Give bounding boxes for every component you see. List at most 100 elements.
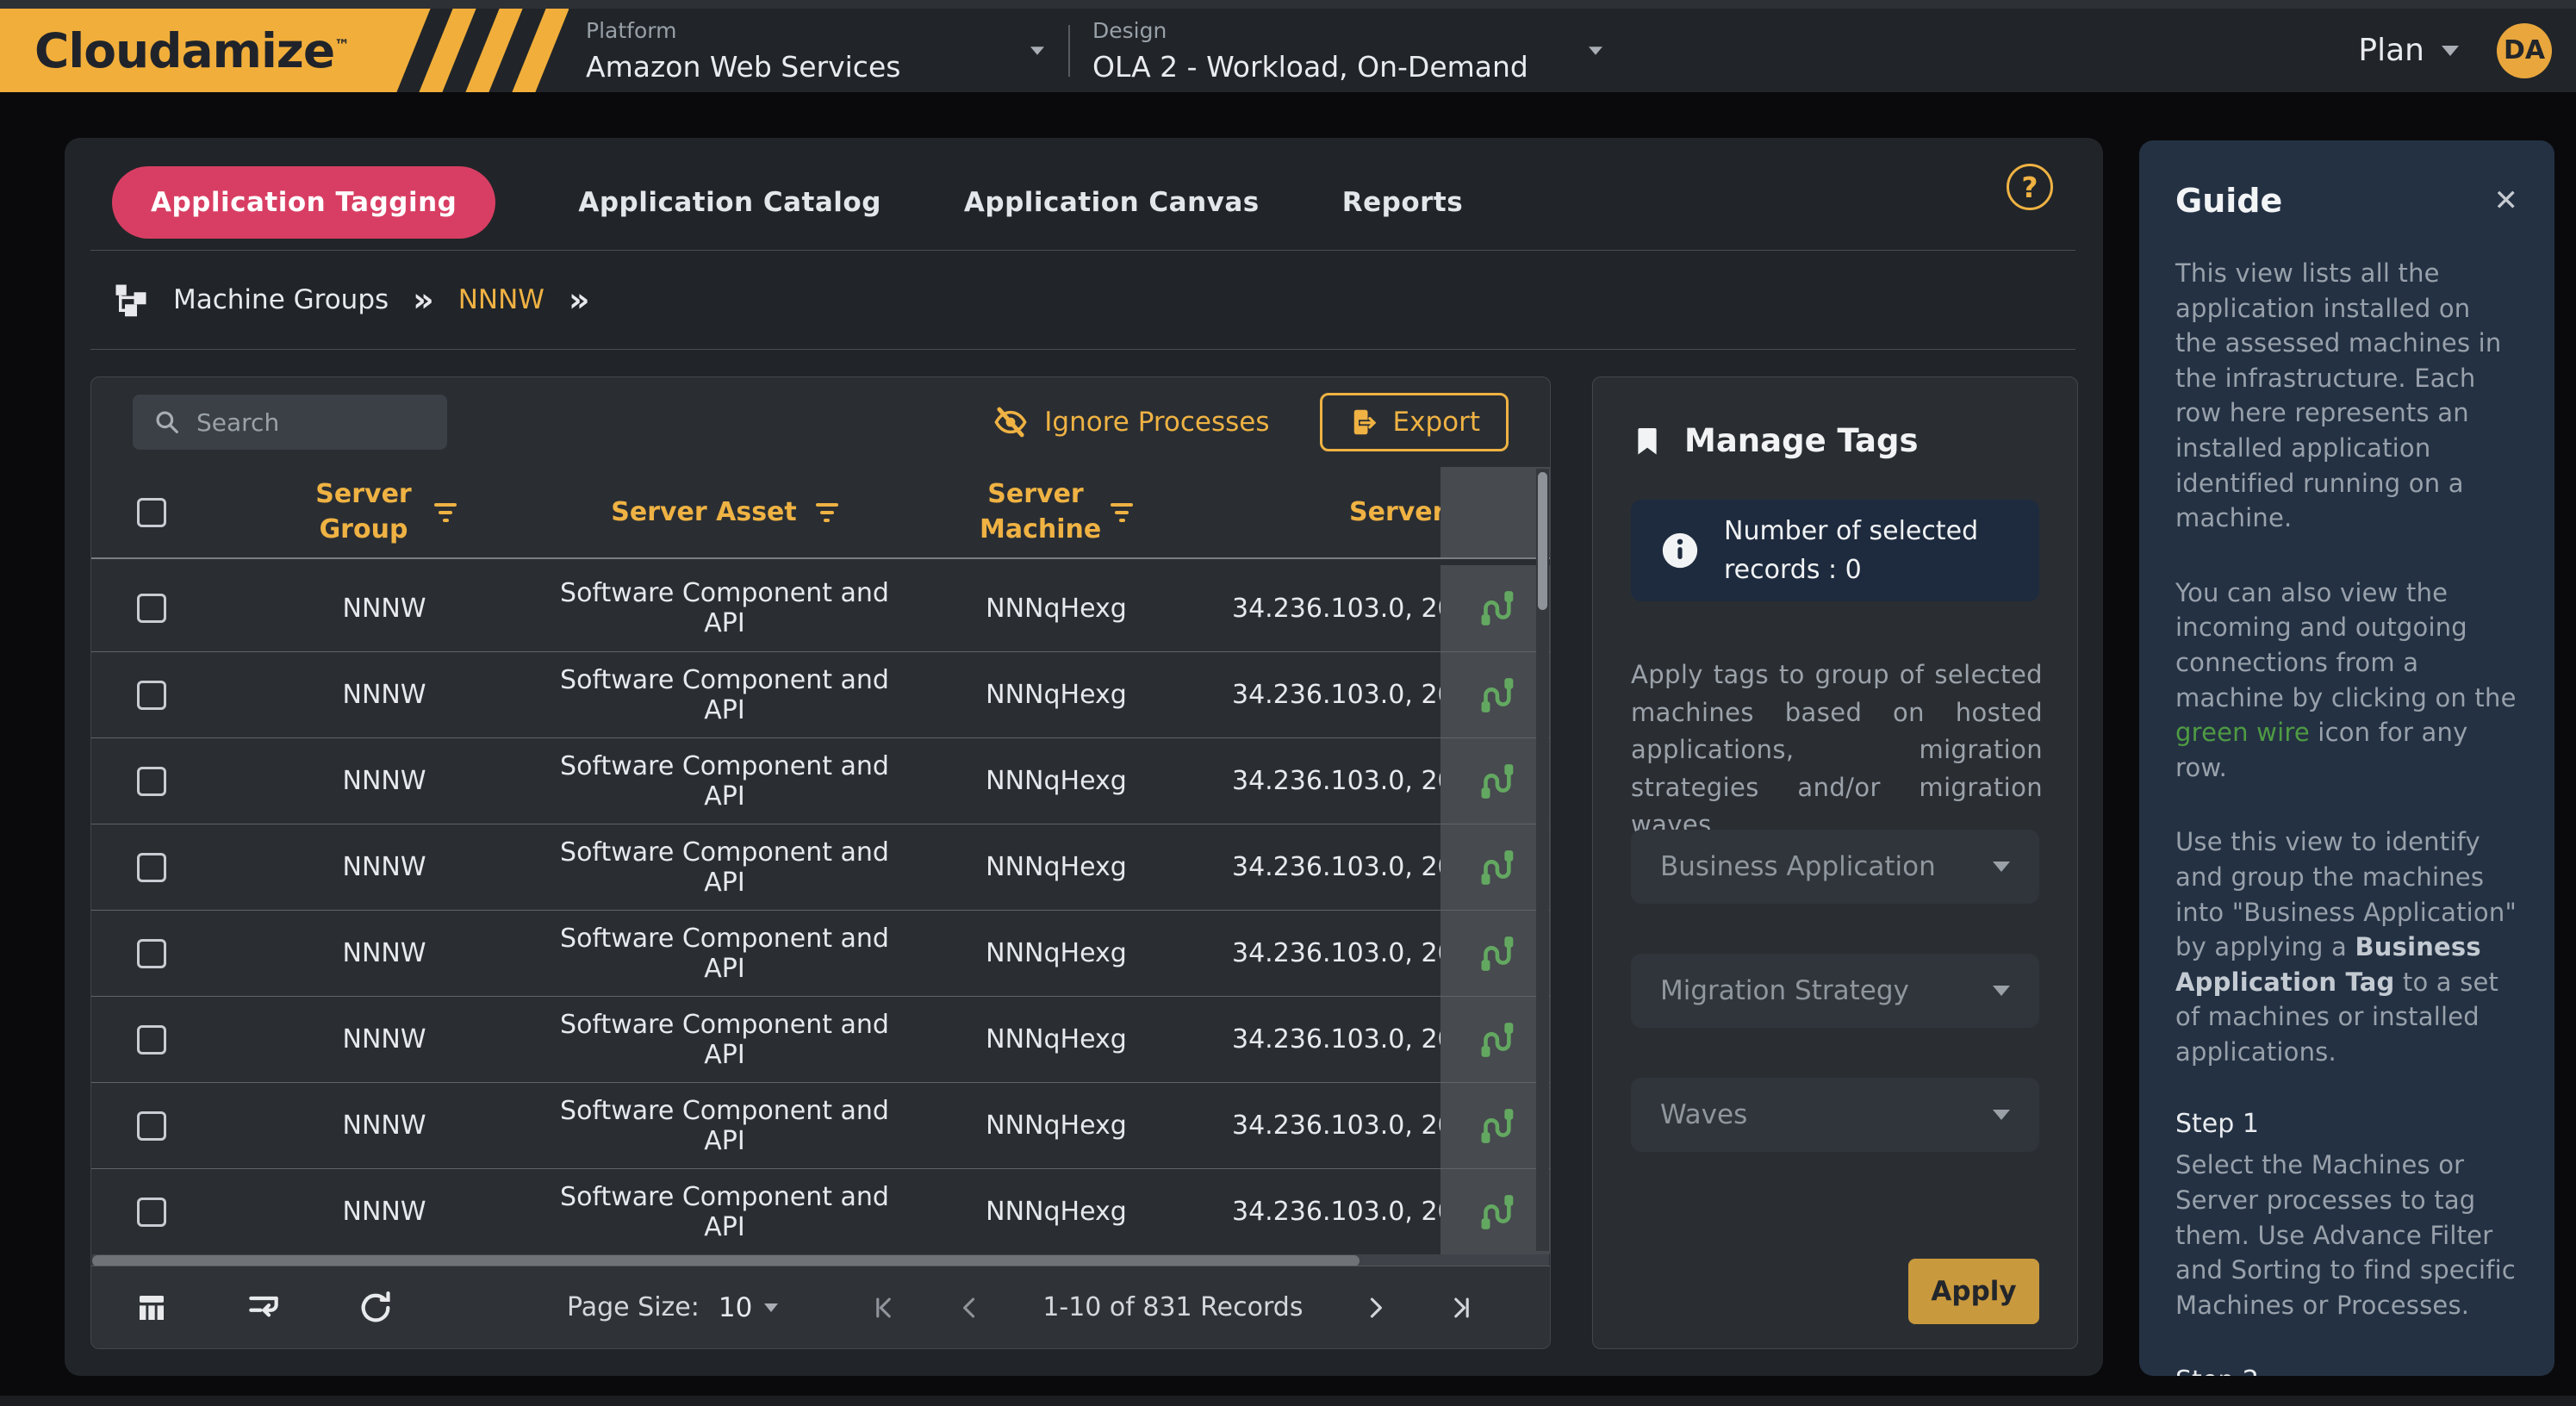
- export-button[interactable]: Export: [1320, 393, 1509, 451]
- next-page-button[interactable]: [1358, 1291, 1392, 1325]
- columns-settings-icon[interactable]: [133, 1289, 171, 1327]
- window-bottom-strip: [0, 1396, 2576, 1406]
- first-page-button[interactable]: [868, 1291, 903, 1325]
- select-all-checkbox[interactable]: [137, 498, 166, 527]
- search-box[interactable]: [133, 395, 447, 450]
- cell-server-machine: NNNqHexg: [986, 1197, 1127, 1227]
- plan-label: Plan: [2358, 33, 2424, 68]
- column-header-server-machine[interactable]: Server Machine: [980, 477, 1092, 547]
- table-body: NNNW Software Component and API NNNqHexg…: [91, 565, 1550, 1254]
- help-button[interactable]: ?: [2007, 164, 2053, 210]
- logo-stripe: [419, 9, 476, 92]
- cell-server-ip: 34.236.103.0, 203.24: [1232, 938, 1440, 968]
- cell-server-group: NNNW: [343, 852, 426, 882]
- cell-server-ip: 34.236.103.0, 203.24: [1232, 1197, 1440, 1227]
- column-header-server-group[interactable]: Server Group: [312, 477, 415, 547]
- cell-server-machine: NNNqHexg: [986, 594, 1127, 624]
- search-input[interactable]: [196, 408, 497, 437]
- table-row: NNNW Software Component and API NNNqHexg…: [91, 737, 1550, 824]
- table-row: NNNW Software Component and API NNNqHexg…: [91, 1168, 1550, 1254]
- green-wire-connections-icon[interactable]: [1475, 1105, 1516, 1147]
- green-wire-connections-icon[interactable]: [1475, 1019, 1516, 1061]
- chevron-down-icon: [1993, 986, 2010, 996]
- tab-reports[interactable]: Reports: [1342, 187, 1463, 218]
- row-checkbox[interactable]: [137, 939, 166, 968]
- migration-strategy-dropdown[interactable]: Migration Strategy: [1631, 954, 2039, 1028]
- column-header-server-asset[interactable]: Server Asset: [611, 497, 797, 527]
- tab-application-canvas[interactable]: Application Canvas: [964, 187, 1260, 218]
- row-checkbox[interactable]: [137, 767, 166, 796]
- guide-paragraph-3: Use this view to identify and group the …: [2175, 824, 2518, 1069]
- cell-server-ip: 34.236.103.0, 203.24: [1232, 766, 1440, 796]
- breadcrumb-machine-groups[interactable]: Machine Groups: [173, 284, 389, 315]
- filter-icon[interactable]: [816, 503, 838, 522]
- page-size-select[interactable]: 10: [719, 1292, 778, 1323]
- design-value: OLA 2 - Workload, On-Demand: [1092, 50, 1566, 84]
- bookmark-icon: [1631, 425, 1664, 457]
- table-row: NNNW Software Component and API NNNqHexg…: [91, 910, 1550, 996]
- table-row: NNNW Software Component and API NNNqHexg…: [91, 996, 1550, 1082]
- platform-selector[interactable]: Platform Amazon Web Services: [586, 18, 1068, 84]
- waves-dropdown[interactable]: Waves: [1631, 1078, 2039, 1152]
- column-header-server[interactable]: Server: [1349, 497, 1440, 527]
- user-avatar[interactable]: DA: [2497, 23, 2552, 78]
- records-range-text: 1-10 of 831 Records: [1042, 1292, 1303, 1322]
- green-wire-link: green wire: [2175, 718, 2310, 747]
- tab-application-catalog[interactable]: Application Catalog: [578, 187, 881, 218]
- ignore-processes-button[interactable]: Ignore Processes: [992, 404, 1269, 440]
- filter-icon[interactable]: [1111, 503, 1133, 522]
- file-export-icon: [1348, 407, 1379, 438]
- row-checkbox[interactable]: [137, 1025, 166, 1054]
- cell-server-machine: NNNqHexg: [986, 1024, 1127, 1054]
- export-label: Export: [1393, 407, 1480, 438]
- cloudamize-logo[interactable]: Cloudamize™: [0, 9, 569, 92]
- cell-server-asset: Software Component and API: [557, 751, 893, 812]
- cell-server-group: NNNW: [343, 938, 426, 968]
- row-checkbox[interactable]: [137, 681, 166, 710]
- green-wire-connections-icon[interactable]: [1475, 588, 1516, 629]
- selected-records-count-text: Number of selected records : 0: [1724, 512, 2008, 589]
- actions-column-header: [1440, 467, 1550, 557]
- green-wire-connections-icon[interactable]: [1475, 1191, 1516, 1233]
- row-checkbox[interactable]: [137, 853, 166, 882]
- cell-server-group: NNNW: [343, 680, 426, 710]
- previous-page-button[interactable]: [953, 1291, 987, 1325]
- cell-server-machine: NNNqHexg: [986, 680, 1127, 710]
- green-wire-connections-icon[interactable]: [1475, 933, 1516, 974]
- refresh-icon[interactable]: [357, 1289, 395, 1327]
- eye-off-icon: [992, 404, 1029, 440]
- chevron-down-icon: [1030, 47, 1044, 55]
- close-icon[interactable]: ✕: [2494, 186, 2519, 215]
- green-wire-connections-icon[interactable]: [1475, 761, 1516, 802]
- apply-button[interactable]: Apply: [1908, 1259, 2039, 1324]
- cell-server-ip: 34.236.103.0, 203.24: [1232, 1110, 1440, 1141]
- breadcrumb-separator: »: [413, 281, 434, 319]
- selected-records-info-box: Number of selected records : 0: [1631, 500, 2039, 601]
- platform-value: Amazon Web Services: [586, 50, 1008, 84]
- business-application-dropdown[interactable]: Business Application: [1631, 830, 2039, 904]
- wrap-text-icon[interactable]: [245, 1289, 283, 1327]
- filter-icon[interactable]: [434, 503, 457, 522]
- row-checkbox[interactable]: [137, 594, 166, 623]
- breadcrumb-group-nnnw[interactable]: NNNW: [458, 284, 544, 315]
- search-icon: [153, 408, 181, 436]
- row-checkbox[interactable]: [137, 1198, 166, 1227]
- info-icon: [1660, 531, 1700, 570]
- row-checkbox[interactable]: [137, 1111, 166, 1141]
- green-wire-connections-icon[interactable]: [1475, 847, 1516, 888]
- chevron-down-icon: [1993, 862, 2010, 872]
- plan-menu[interactable]: Plan: [2358, 33, 2459, 68]
- cell-server-asset: Software Component and API: [557, 578, 893, 638]
- vertical-scrollbar[interactable]: [1536, 469, 1549, 1251]
- design-selector[interactable]: Design OLA 2 - Workload, On-Demand: [1092, 18, 1627, 84]
- last-page-button[interactable]: [1442, 1291, 1477, 1325]
- cell-server-asset: Software Component and API: [557, 837, 893, 898]
- cell-server-group: NNNW: [343, 1110, 426, 1141]
- tab-application-tagging[interactable]: Application Tagging: [112, 166, 495, 239]
- vertical-scrollbar-thumb[interactable]: [1538, 472, 1547, 610]
- window-top-strip: [0, 0, 2576, 9]
- guide-panel: Guide ✕ This view lists all the applicat…: [2139, 140, 2554, 1376]
- green-wire-connections-icon[interactable]: [1475, 675, 1516, 716]
- guide-step1-text: Select the Machines or Server processes …: [2175, 1148, 2518, 1322]
- guide-title: Guide: [2175, 182, 2282, 220]
